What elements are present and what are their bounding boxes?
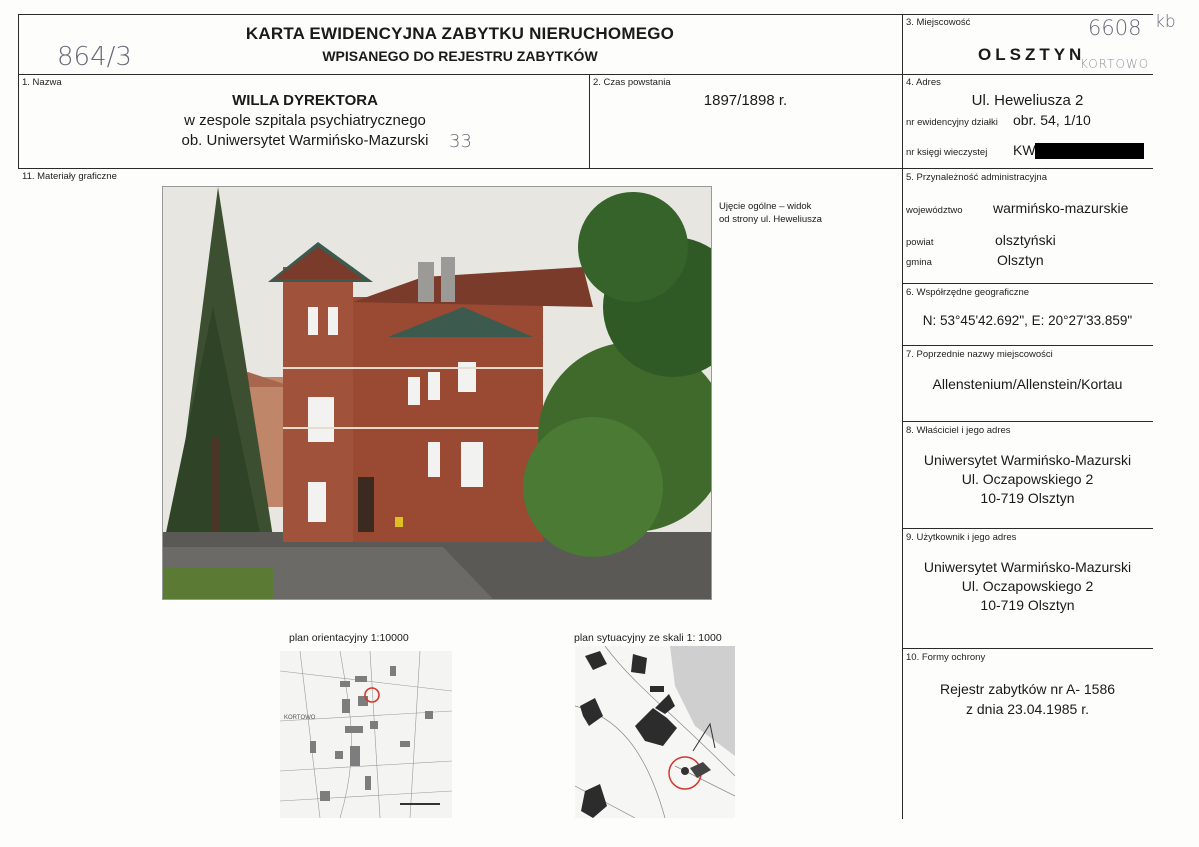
user-block: Uniwersytet Warmińsko-Mazurski Ul. Oczap… [902, 558, 1153, 615]
name-row-bottom-line [18, 168, 1153, 169]
handwritten-initials: kb [1155, 12, 1176, 32]
owner-block: Uniwersytet Warmińsko-Mazurski Ul. Oczap… [902, 451, 1153, 508]
top-border [18, 14, 1153, 15]
plan1-caption: plan orientacyjny 1:10000 [289, 632, 409, 644]
name-time-divider [589, 74, 590, 169]
locality-label: 3. Miejscowość [906, 17, 971, 28]
photo-caption: Ujęcie ogólne – widok od strony ul. Hewe… [719, 200, 822, 226]
locality-value: OLSZTYN [978, 45, 1086, 64]
handwritten-mark: 33 [449, 131, 472, 152]
building-photo [162, 186, 712, 600]
woj-value: warmińsko-mazurskie [993, 200, 1129, 216]
protection-line2: z dnia 23.04.1985 r. [966, 701, 1089, 717]
name-line2: w zespole szpitala psychiatrycznego [184, 112, 426, 129]
plan1-map: KORTOWO [280, 651, 452, 818]
woj-label: województwo [906, 205, 963, 216]
gmina-label: gmina [906, 257, 932, 268]
kw-value: KW [1013, 142, 1036, 158]
address-label: 4. Adres [906, 77, 941, 88]
prev-names-value: Allenstenium/Allenstein/Kortau [932, 376, 1123, 392]
plan1-map-label: KORTOWO [284, 715, 316, 721]
plot-label: nr ewidencyjny działki [906, 117, 998, 128]
plan2-caption: plan sytuacyjny ze skali 1: 1000 [574, 632, 722, 644]
plot-value: obr. 54, 1/10 [1013, 112, 1091, 128]
handwritten-number: 864/3 [57, 42, 132, 72]
handwritten-code: 6608 [1088, 16, 1142, 40]
address-street: Ul. Heweliusza 2 [971, 92, 1084, 109]
owner-label: 8. Właściciel i jego adres [906, 425, 1011, 436]
coords-label: 6. Współrzędne geograficzne [906, 287, 1030, 298]
card-title: KARTA EWIDENCYJNA ZABYTKU NIERUCHOMEGO W… [18, 24, 902, 64]
user-label: 9. Użytkownik i jego adres [906, 532, 1017, 543]
name-label: 1. Nazwa [22, 77, 62, 88]
time-value: 1897/1898 r. [703, 92, 788, 109]
photo-caption-line2: od strony ul. Heweliusza [719, 214, 822, 225]
card-title-line1: KARTA EWIDENCYJNA ZABYTKU NIERUCHOMEGO [245, 24, 675, 43]
prev-names-label: 7. Poprzednie nazwy miejscowości [906, 349, 1053, 360]
kw-redaction [1035, 143, 1144, 159]
prev-names-bottom-line [902, 421, 1153, 422]
kw-label: nr księgi wieczystej [906, 147, 988, 158]
owner-line3: 10-719 Olsztyn [980, 490, 1075, 506]
user-bottom-line [902, 648, 1153, 649]
user-line3: 10-719 Olsztyn [980, 597, 1075, 613]
protection-label: 10. Formy ochrony [906, 652, 986, 663]
name-line1: WILLA DYREKTORA [232, 92, 378, 109]
powiat-value: olsztyński [995, 232, 1056, 248]
powiat-label: powiat [906, 237, 934, 248]
owner-line1: Uniwersytet Warmińsko-Mazurski [923, 452, 1132, 468]
user-line1: Uniwersytet Warmińsko-Mazurski [923, 559, 1132, 575]
owner-line2: Ul. Oczapowskiego 2 [961, 471, 1094, 487]
coords-bottom-line [902, 345, 1153, 346]
handwritten-note: KORTOWO [1080, 57, 1150, 71]
admin-bottom-line [902, 283, 1153, 284]
time-label: 2. Czas powstania [593, 77, 671, 88]
coords-value: N: 53°45'42.692", E: 20°27'33.859" [922, 313, 1133, 328]
protection-line1: Rejestr zabytków nr A- 1586 [939, 681, 1116, 697]
protection-block: Rejestr zabytków nr A- 1586 z dnia 23.04… [902, 679, 1153, 719]
user-line2: Ul. Oczapowskiego 2 [961, 578, 1094, 594]
owner-bottom-line [902, 528, 1153, 529]
plan2-map [575, 646, 735, 818]
gmina-value: Olsztyn [997, 252, 1044, 268]
graphics-label: 11. Materiały graficzne [22, 171, 117, 182]
header-bottom-line [18, 74, 1153, 75]
card-title-line2: WPISANEGO DO REJESTRU ZABYTKÓW [322, 48, 598, 64]
photo-caption-line1: Ujęcie ogólne – widok [719, 201, 812, 212]
admin-label: 5. Przynależność administracyjna [906, 172, 1047, 183]
